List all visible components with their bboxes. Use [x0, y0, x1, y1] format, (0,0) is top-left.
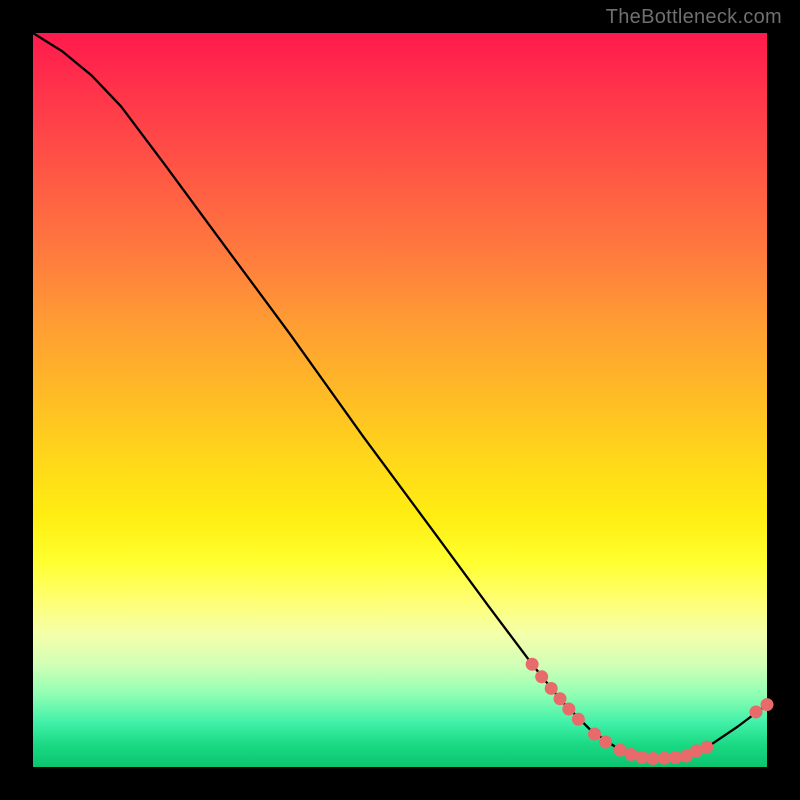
data-point: [526, 658, 539, 671]
chart-container: TheBottleneck.com: [0, 0, 800, 800]
data-points: [526, 658, 774, 765]
chart-svg: [33, 33, 767, 767]
data-point: [545, 682, 558, 695]
data-point: [761, 698, 774, 711]
data-point: [554, 692, 567, 705]
data-point: [658, 752, 671, 765]
data-point: [572, 713, 585, 726]
data-point: [599, 736, 612, 749]
data-point: [562, 703, 575, 716]
data-point: [636, 751, 649, 764]
data-point: [535, 670, 548, 683]
data-point: [625, 748, 638, 761]
bottleneck-curve: [33, 33, 767, 758]
data-point: [700, 741, 713, 754]
data-point: [749, 705, 762, 718]
watermark-text: TheBottleneck.com: [606, 6, 782, 29]
data-point: [588, 727, 601, 740]
data-point: [669, 751, 682, 764]
